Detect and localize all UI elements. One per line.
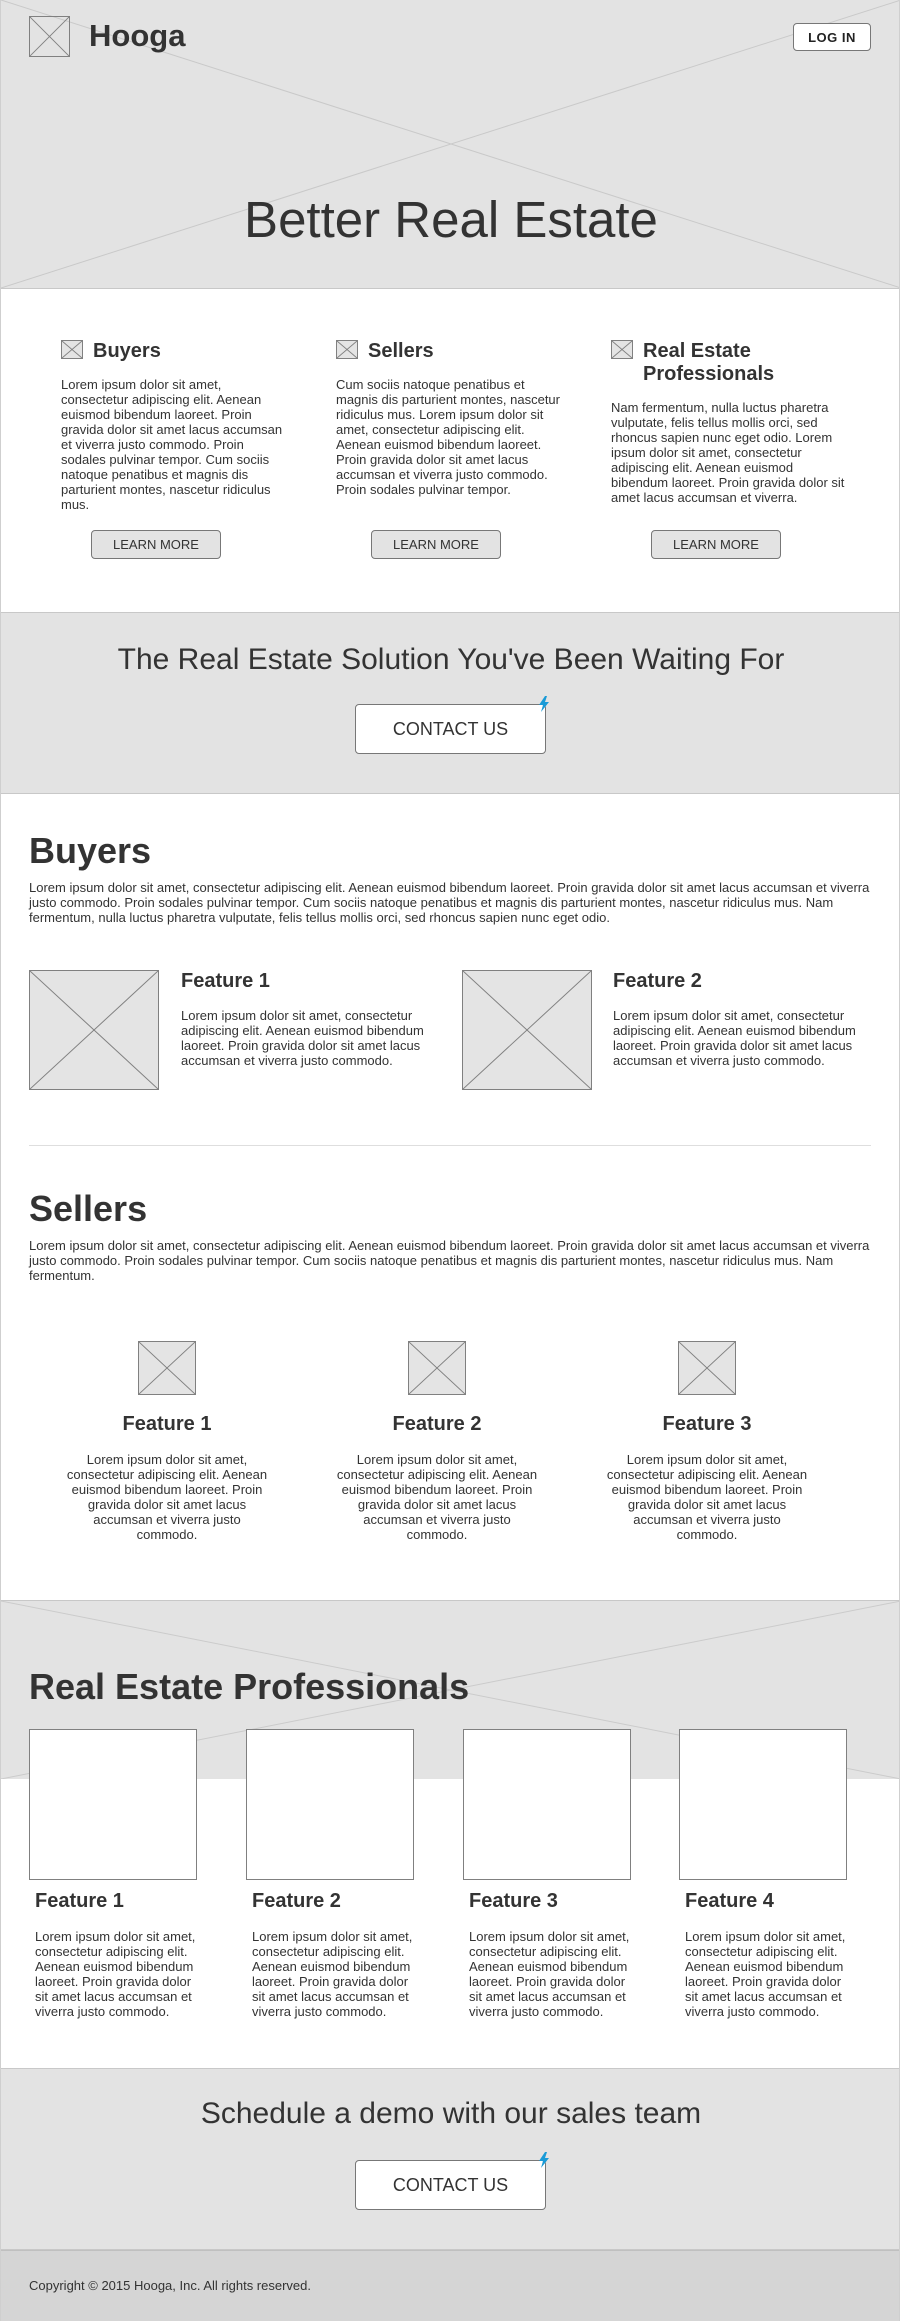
- buyers-feature-1-image: [29, 970, 159, 1090]
- logo-image[interactable]: [29, 16, 70, 57]
- professionals-feature-1-image: [29, 1729, 197, 1880]
- column-title: Real Estate Professionals: [643, 340, 775, 385]
- column-title: Sellers: [368, 340, 434, 362]
- column-sellers: Sellers Cum sociis natoque penatibus et …: [336, 340, 566, 497]
- professionals-feature-4-image: [679, 1729, 847, 1880]
- cta-section-solution: The Real Estate Solution You've Been Wai…: [1, 612, 899, 794]
- professionals-feature-4-text: Lorem ipsum dolor sit amet, consectetur …: [685, 1929, 846, 2019]
- sellers-feature-3-image: [678, 1341, 736, 1395]
- buyers-feature-2-text: Lorem ipsum dolor sit amet, consectetur …: [613, 1008, 856, 1068]
- hero-title: Better Real Estate: [244, 191, 658, 248]
- audience-columns: Buyers Lorem ipsum dolor sit amet, conse…: [1, 290, 899, 612]
- buyers-image-icon: [61, 340, 83, 359]
- professionals-feature-2: Feature 2 Lorem ipsum dolor sit amet, co…: [246, 1729, 414, 2019]
- contact-us-button[interactable]: CONTACT US: [355, 2160, 546, 2210]
- buyers-feature-1-title: Feature 1: [181, 970, 270, 992]
- brand-name[interactable]: Hooga: [89, 18, 185, 54]
- professionals-feature-4-title: Feature 4: [685, 1890, 774, 1912]
- professionals-feature-2-title: Feature 2: [252, 1890, 341, 1912]
- cta-section-demo: Schedule a demo with our sales team CONT…: [1, 2068, 899, 2250]
- professionals-feature-4: Feature 4 Lorem ipsum dolor sit amet, co…: [679, 1729, 847, 2019]
- footer: Copyright © 2015 Hooga, Inc. All rights …: [1, 2250, 899, 2321]
- column-professionals: Real Estate Professionals Nam fermentum,…: [611, 340, 846, 505]
- footer-copyright: Copyright © 2015 Hooga, Inc. All rights …: [29, 2278, 312, 2293]
- column-title: Buyers: [93, 340, 161, 362]
- column-text: Lorem ipsum dolor sit amet, consectetur …: [61, 377, 283, 512]
- sellers-feature-3: Feature 3 Lorem ipsum dolor sit amet, co…: [602, 1341, 812, 1542]
- column-text: Cum sociis natoque penatibus et magnis d…: [336, 377, 560, 497]
- sellers-feature-3-text: Lorem ipsum dolor sit amet, consectetur …: [606, 1452, 808, 1542]
- lightning-hotspot-icon: [539, 696, 549, 712]
- contact-us-button[interactable]: CONTACT US: [355, 704, 546, 754]
- section-divider: [29, 1145, 871, 1146]
- professionals-feature-1-text: Lorem ipsum dolor sit amet, consectetur …: [35, 1929, 196, 2019]
- buyers-feature-1-text: Lorem ipsum dolor sit amet, consectetur …: [181, 1008, 424, 1068]
- lightning-hotspot-icon: [539, 2152, 549, 2168]
- sellers-section-title: Sellers: [29, 1188, 148, 1229]
- sellers-feature-2: Feature 2 Lorem ipsum dolor sit amet, co…: [332, 1341, 542, 1542]
- buyers-learn-more-button[interactable]: LEARN MORE: [91, 530, 221, 559]
- professionals-feature-2-image: [246, 1729, 414, 1880]
- professionals-feature-1-title: Feature 1: [35, 1890, 124, 1912]
- sellers-feature-1-text: Lorem ipsum dolor sit amet, consectetur …: [66, 1452, 268, 1542]
- buyers-feature-2-image: [462, 970, 592, 1090]
- page: Hooga LOG IN Better Real Estate Buyers L…: [0, 0, 900, 2321]
- professionals-learn-more-button[interactable]: LEARN MORE: [651, 530, 781, 559]
- professionals-feature-2-text: Lorem ipsum dolor sit amet, consectetur …: [252, 1929, 413, 2019]
- professionals-image-icon: [611, 340, 633, 359]
- column-buyers: Buyers Lorem ipsum dolor sit amet, conse…: [61, 340, 291, 512]
- professionals-feature-1: Feature 1 Lorem ipsum dolor sit amet, co…: [29, 1729, 197, 2019]
- professionals-feature-3-title: Feature 3: [469, 1890, 558, 1912]
- sellers-feature-3-title: Feature 3: [662, 1413, 752, 1435]
- login-button[interactable]: LOG IN: [793, 23, 871, 51]
- sellers-image-icon: [336, 340, 358, 359]
- buyers-section-text: Lorem ipsum dolor sit amet, consectetur …: [29, 880, 870, 925]
- buyers-feature-2-title: Feature 2: [613, 970, 702, 992]
- buyers-section-title: Buyers: [29, 830, 152, 871]
- professionals-section-title: Real Estate Professionals: [29, 1666, 470, 1707]
- sellers-feature-1-title: Feature 1: [122, 1413, 212, 1435]
- column-text: Nam fermentum, nulla luctus pharetra vul…: [611, 400, 845, 505]
- sellers-feature-2-text: Lorem ipsum dolor sit amet, consectetur …: [336, 1452, 538, 1542]
- sellers-feature-2-image: [408, 1341, 466, 1395]
- sellers-learn-more-button[interactable]: LEARN MORE: [371, 530, 501, 559]
- sellers-feature-2-title: Feature 2: [392, 1413, 482, 1435]
- professionals-feature-3-image: [463, 1729, 631, 1880]
- sellers-feature-1: Feature 1 Lorem ipsum dolor sit amet, co…: [62, 1341, 272, 1542]
- sellers-section-text: Lorem ipsum dolor sit amet, consectetur …: [29, 1238, 870, 1283]
- sellers-feature-1-image: [138, 1341, 196, 1395]
- hero-section: Hooga LOG IN Better Real Estate: [1, 0, 899, 289]
- cta-title: The Real Estate Solution You've Been Wai…: [117, 643, 785, 676]
- professionals-feature-3-text: Lorem ipsum dolor sit amet, consectetur …: [469, 1929, 630, 2019]
- cta-title: Schedule a demo with our sales team: [200, 2097, 702, 2130]
- professionals-feature-3: Feature 3 Lorem ipsum dolor sit amet, co…: [463, 1729, 631, 2019]
